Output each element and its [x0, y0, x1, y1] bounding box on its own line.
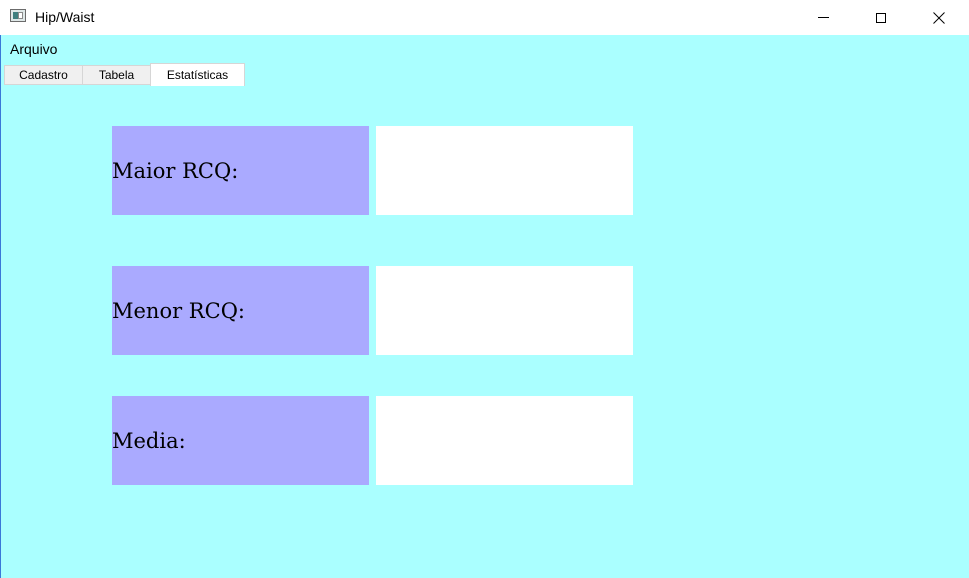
- close-icon: [933, 11, 945, 24]
- close-button[interactable]: [910, 0, 968, 35]
- average-value: [376, 396, 633, 485]
- title-bar[interactable]: Hip/Waist: [0, 0, 969, 35]
- tab-estatisticas[interactable]: Estatísticas: [150, 63, 245, 86]
- max-rcq-value: [376, 126, 633, 215]
- min-rcq-value: [376, 266, 633, 355]
- client-area: Arquivo Cadastro Tabela Estatísticas Mai…: [0, 35, 969, 578]
- max-rcq-label: Maior RCQ:: [112, 126, 369, 215]
- average-label: Media:: [112, 396, 369, 485]
- minimize-button[interactable]: [794, 0, 852, 35]
- minimize-icon: [817, 17, 829, 18]
- menu-file[interactable]: Arquivo: [10, 41, 57, 57]
- tab-tabela[interactable]: Tabela: [82, 65, 151, 85]
- tab-cadastro[interactable]: Cadastro: [4, 65, 83, 85]
- app-icon: [10, 9, 26, 22]
- maximize-icon: [876, 12, 886, 23]
- maximize-button[interactable]: [852, 0, 910, 35]
- min-rcq-label: Menor RCQ:: [112, 266, 369, 355]
- app-window: Hip/Waist Arquivo Cadastro Tabela Estatí…: [0, 0, 969, 578]
- window-title: Hip/Waist: [35, 9, 95, 25]
